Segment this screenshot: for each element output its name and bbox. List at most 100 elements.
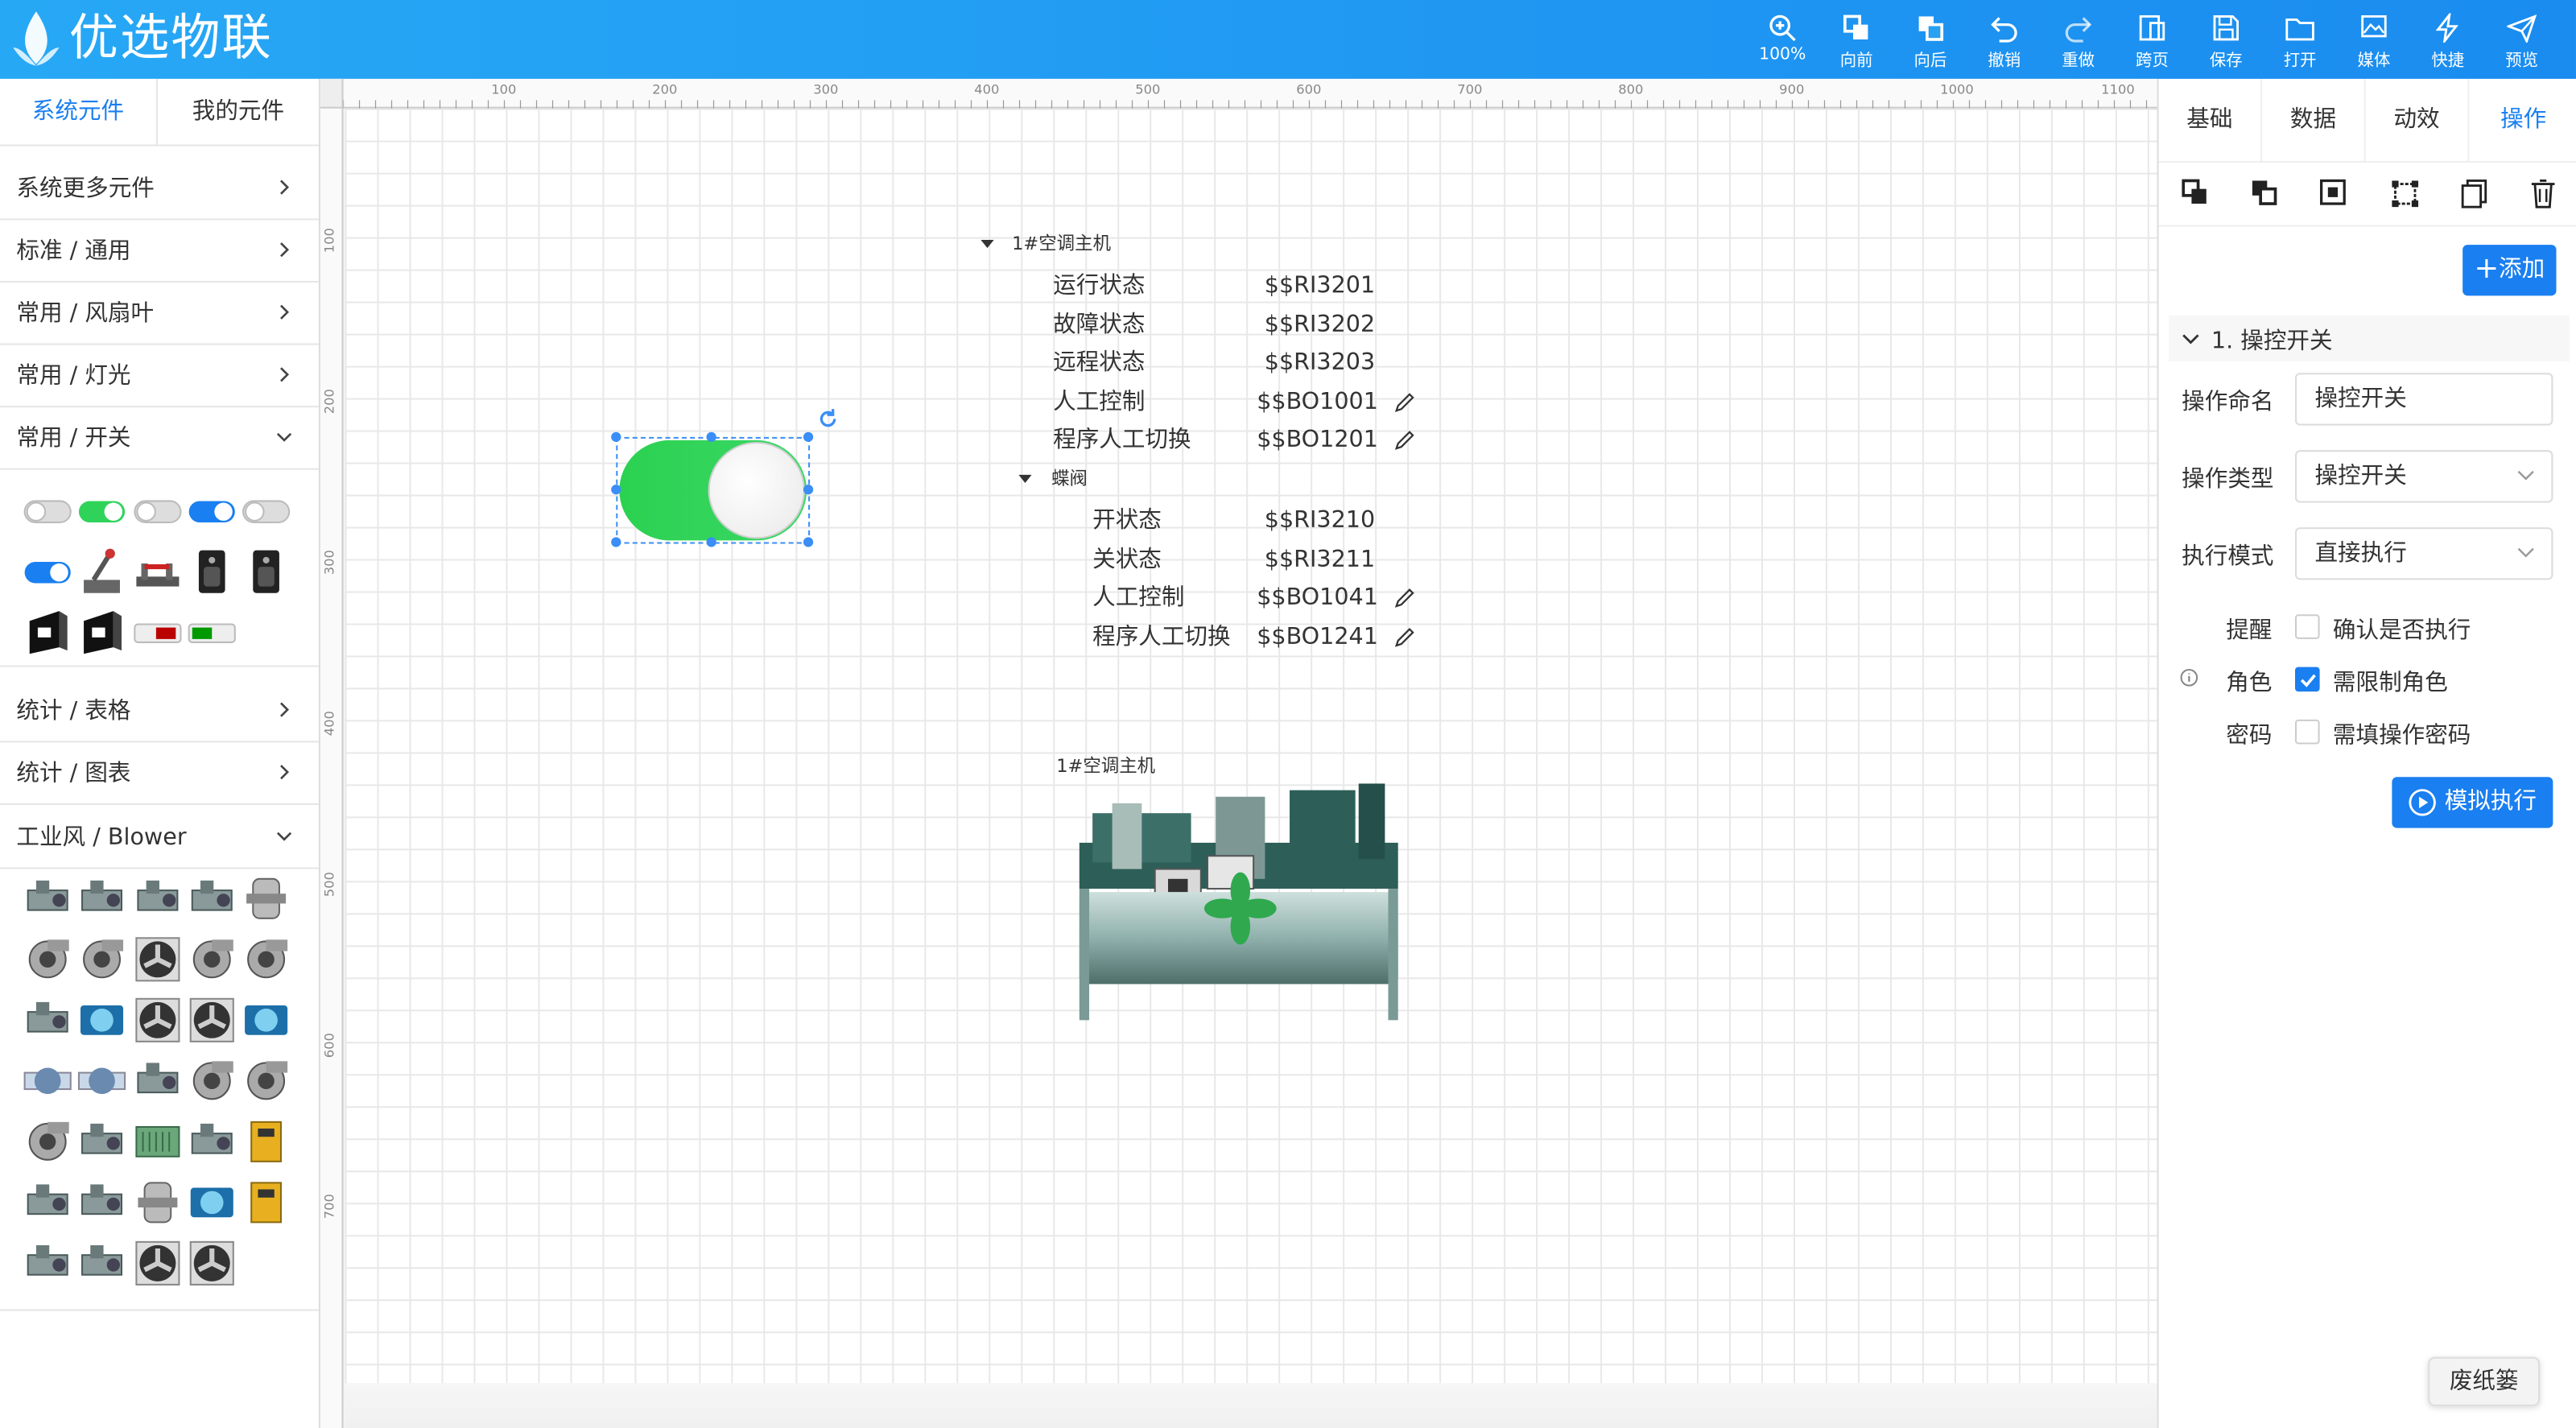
toggle-on-blue-icon[interactable]: [188, 486, 237, 535]
tank-icon[interactable]: [133, 1178, 182, 1227]
toggle-off-icon[interactable]: [133, 486, 182, 535]
tab-my-components[interactable]: 我的元件: [155, 78, 319, 145]
toggle-off-icon[interactable]: [23, 486, 72, 535]
blower-cylinder-icon[interactable]: [242, 874, 291, 923]
blower-compressor-icon[interactable]: [188, 874, 237, 923]
valve-icon[interactable]: [23, 1239, 72, 1288]
chiller-illustration[interactable]: [1076, 780, 1402, 1026]
tab-operation[interactable]: 操作: [2469, 79, 2576, 161]
resize-handle[interactable]: [611, 537, 621, 547]
edit-pencil-icon[interactable]: [1393, 587, 1417, 610]
tab-system-components[interactable]: 系统元件: [0, 78, 156, 145]
toolbar-button-media[interactable]: 媒体: [2341, 13, 2407, 71]
rocker-switch-icon[interactable]: [242, 547, 291, 596]
edit-pencil-icon[interactable]: [1393, 390, 1417, 414]
blue-fan-icon[interactable]: [77, 996, 126, 1045]
group-icon[interactable]: [2390, 179, 2420, 208]
canvas-scrollbar-area[interactable]: [345, 1383, 2157, 1428]
category-item[interactable]: 系统更多元件: [0, 158, 319, 221]
pipe-unit-icon[interactable]: [77, 1056, 126, 1105]
yellow-panel-icon[interactable]: [242, 1117, 291, 1166]
password-checkbox[interactable]: [2294, 719, 2320, 745]
category-item[interactable]: 统计 / 表格: [0, 680, 319, 743]
confirm-checkbox[interactable]: [2294, 614, 2320, 639]
execution-mode-select[interactable]: 直接执行: [2294, 527, 2553, 580]
toolbar-button-open[interactable]: 打开: [2267, 13, 2333, 71]
motor-pump-icon[interactable]: [77, 1178, 126, 1227]
delete-icon[interactable]: [2530, 179, 2557, 208]
panel-switch-icon[interactable]: [23, 608, 72, 657]
tab-data[interactable]: 数据: [2262, 78, 2366, 161]
centrifugal-fan-icon[interactable]: [242, 1056, 291, 1105]
resize-handle[interactable]: [706, 537, 716, 547]
toolbar-button-bring-forward[interactable]: 向前: [1823, 13, 1889, 71]
toolbar-button-lightning[interactable]: 快捷: [2415, 13, 2481, 71]
toolbar-button-redo[interactable]: 重做: [2046, 13, 2112, 71]
axial-fan-icon[interactable]: [188, 1239, 237, 1288]
toolbar-button-cross-page[interactable]: 跨页: [2120, 13, 2186, 71]
green-unit-icon[interactable]: [133, 1117, 182, 1166]
indicator-green-icon[interactable]: [188, 608, 237, 657]
operation-name-input[interactable]: 操控开关: [2294, 373, 2553, 426]
toggle-off-icon[interactable]: [242, 486, 291, 535]
gray-box-icon[interactable]: [188, 1117, 237, 1166]
toolbar-button-send[interactable]: 预览: [2489, 13, 2555, 71]
knife-switch-icon[interactable]: [133, 547, 182, 596]
toggle-on-green-icon[interactable]: [77, 486, 126, 535]
category-item[interactable]: 常用 / 风扇叶: [0, 283, 319, 345]
toolbar-button-zoom[interactable]: 100%: [1749, 13, 1815, 64]
resize-handle[interactable]: [803, 537, 814, 547]
tab-basic[interactable]: 基础: [2159, 78, 2263, 161]
category-item[interactable]: 标准 / 通用: [0, 220, 319, 283]
resize-handle[interactable]: [706, 431, 716, 442]
category-item[interactable]: 常用 / 开关: [0, 407, 319, 470]
resize-handle[interactable]: [803, 485, 814, 495]
blower-fan-housing-icon[interactable]: [133, 874, 182, 923]
send-back-icon[interactable]: [2251, 179, 2277, 205]
toggle-on-blue-icon[interactable]: [23, 547, 72, 596]
orange-unit-icon[interactable]: [242, 1178, 291, 1227]
tree-child-label[interactable]: 蝶阀: [1051, 461, 1088, 497]
resize-handle[interactable]: [803, 431, 814, 442]
axial-fan-icon[interactable]: [133, 996, 182, 1045]
turbine-fan-icon[interactable]: [77, 1117, 126, 1166]
role-checkbox[interactable]: [2294, 667, 2320, 692]
toolbar-button-undo[interactable]: 撤销: [1971, 13, 2037, 71]
fan-unit-icon[interactable]: [23, 996, 72, 1045]
blower-pump-icon[interactable]: [23, 874, 72, 923]
add-button[interactable]: + 添加: [2462, 245, 2557, 296]
centrifugal-fan-icon[interactable]: [188, 1056, 237, 1105]
fit-icon[interactable]: [2320, 179, 2347, 205]
category-item[interactable]: 统计 / 图表: [0, 742, 319, 805]
bring-front-icon[interactable]: [2182, 179, 2208, 205]
nozzle-icon[interactable]: [77, 1239, 126, 1288]
axial-fan-icon[interactable]: [133, 1239, 182, 1288]
tab-animation[interactable]: 动效: [2366, 78, 2470, 161]
centrifugal-fan-icon[interactable]: [188, 935, 237, 984]
category-item[interactable]: 常用 / 灯光: [0, 345, 319, 408]
resize-handle[interactable]: [611, 485, 621, 495]
blower-motor-icon[interactable]: [77, 874, 126, 923]
operation-section-header[interactable]: 1. 操控开关: [2168, 315, 2570, 361]
rocker-switch-icon[interactable]: [188, 547, 237, 596]
centrifugal-fan-icon[interactable]: [23, 935, 72, 984]
skid-pump-icon[interactable]: [23, 1178, 72, 1227]
trash-bin[interactable]: 废纸篓: [2428, 1356, 2541, 1406]
centrifugal-fan-icon[interactable]: [242, 935, 291, 984]
volute-fan-icon[interactable]: [23, 1117, 72, 1166]
blue-cooler-icon[interactable]: [242, 996, 291, 1045]
category-item[interactable]: 工业风 / Blower: [0, 807, 319, 869]
rotate-handle-icon[interactable]: [816, 407, 840, 431]
pipe-blower-icon[interactable]: [23, 1056, 72, 1105]
lever-switch-icon[interactable]: [77, 547, 126, 596]
copy-icon[interactable]: [2461, 179, 2487, 208]
edit-pencil-icon[interactable]: [1393, 429, 1417, 452]
resize-handle[interactable]: [611, 431, 621, 442]
info-icon[interactable]: [2180, 669, 2198, 687]
axial-fan-icon[interactable]: [133, 935, 182, 984]
edit-pencil-icon[interactable]: [1393, 625, 1417, 649]
caret-down-icon[interactable]: [1018, 474, 1032, 485]
toolbar-button-send-backward[interactable]: 向后: [1897, 13, 1963, 71]
box-fan-icon[interactable]: [188, 996, 237, 1045]
operation-type-select[interactable]: 操控开关: [2294, 450, 2553, 503]
